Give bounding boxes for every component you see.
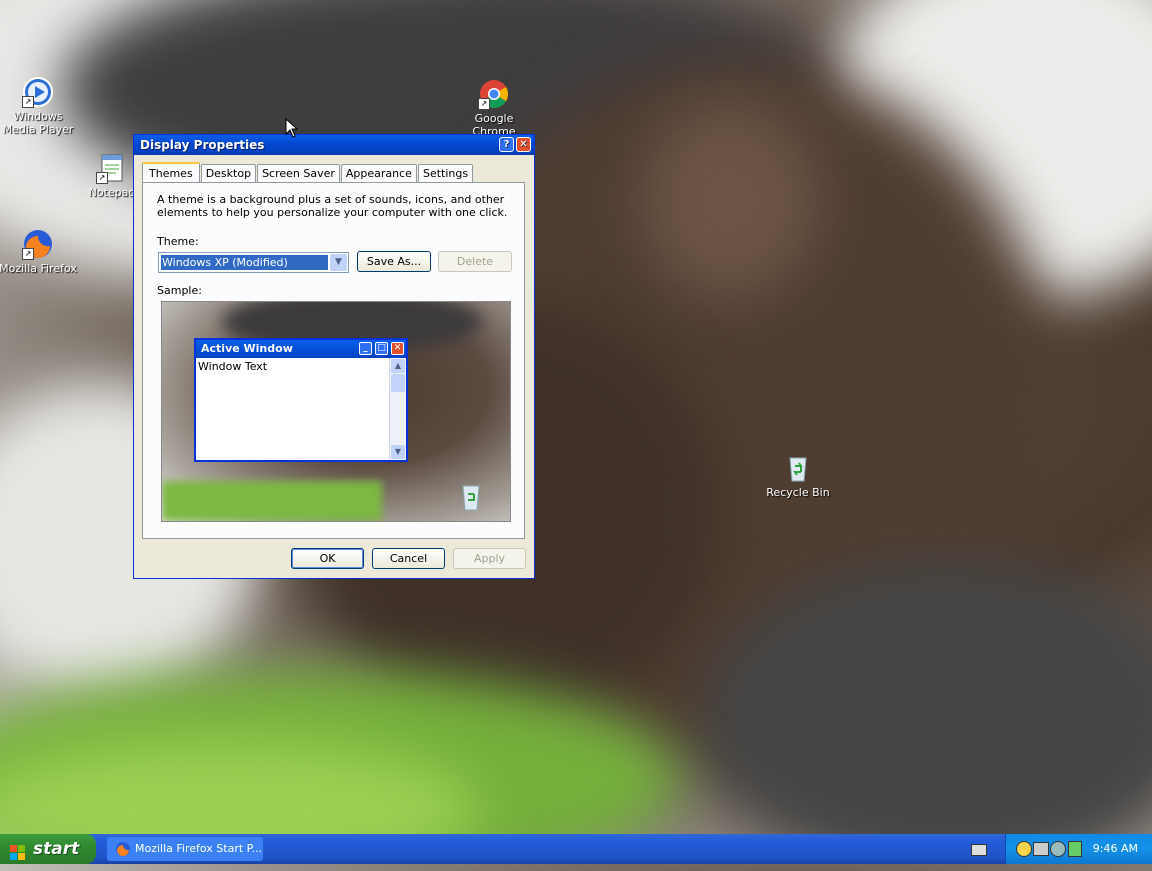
ok-button[interactable]: OK xyxy=(291,548,364,569)
media-player-icon: ↗ xyxy=(22,76,54,108)
firefox-icon xyxy=(115,841,131,857)
sample-scrollbar: ▲ ▼ xyxy=(389,358,406,460)
cancel-button[interactable]: Cancel xyxy=(372,548,445,569)
clock[interactable]: 9:46 AM xyxy=(1093,842,1138,855)
sample-active-window: Active Window _ □ ✕ Window Text ▲ ▼ xyxy=(194,338,408,462)
system-tray: 9:46 AM xyxy=(1005,834,1152,864)
recycle-bin-icon xyxy=(782,452,814,484)
taskbar-button-label: Mozilla Firefox Start P... xyxy=(135,842,263,855)
sample-window-text: Window Text xyxy=(198,360,268,373)
tab-settings[interactable]: Settings xyxy=(417,164,474,182)
chevron-down-icon[interactable]: ▼ xyxy=(330,254,347,271)
save-as-button[interactable]: Save As... xyxy=(357,251,431,272)
tab-appearance[interactable]: Appearance xyxy=(340,164,417,182)
tab-themes[interactable]: Themes xyxy=(142,162,200,183)
delete-button[interactable]: Delete xyxy=(438,251,512,272)
firefox-icon: ↗ xyxy=(22,228,54,260)
sample-window-title: Active Window xyxy=(201,342,293,355)
chrome-icon: ↗ xyxy=(478,78,510,110)
start-button[interactable]: start xyxy=(0,834,96,864)
scroll-down-icon: ▼ xyxy=(391,445,405,459)
start-label: start xyxy=(33,839,80,859)
theme-label: Theme: xyxy=(157,235,199,248)
desktop-icon-label: Mozilla Firefox xyxy=(0,262,77,275)
themes-description: A theme is a background plus a set of so… xyxy=(157,193,508,219)
scroll-up-icon: ▲ xyxy=(391,359,405,373)
close-icon: ✕ xyxy=(391,342,404,355)
close-button[interactable]: ✕ xyxy=(516,137,531,152)
volume-icon[interactable] xyxy=(1050,841,1066,857)
dialog-titlebar[interactable]: Display Properties ? ✕ xyxy=(134,135,534,155)
theme-dropdown-value: Windows XP (Modified) xyxy=(161,255,328,270)
tab-screen-saver[interactable]: Screen Saver xyxy=(257,164,340,182)
apply-button[interactable]: Apply xyxy=(453,548,526,569)
network-icon[interactable] xyxy=(1033,842,1049,856)
security-icon[interactable] xyxy=(1068,841,1082,857)
notepad-icon: ↗ xyxy=(96,152,128,184)
help-button[interactable]: ? xyxy=(499,137,514,152)
sample-window-titlebar: Active Window _ □ ✕ xyxy=(196,340,406,358)
taskbar: start Mozilla Firefox Start P... 9:46 AM xyxy=(0,834,1152,864)
minimize-icon: _ xyxy=(359,342,372,355)
display-properties-dialog: Display Properties ? ✕ Themes Desktop Sc… xyxy=(133,134,535,579)
keyboard-icon[interactable] xyxy=(971,844,987,856)
desktop-icon-chrome[interactable]: ↗ Google Chrome xyxy=(454,78,534,138)
desktop-icon-label: Recycle Bin xyxy=(766,486,830,499)
tab-strip: Themes Desktop Screen Saver Appearance S… xyxy=(142,162,474,183)
taskbar-button-firefox[interactable]: Mozilla Firefox Start P... xyxy=(107,837,263,861)
maximize-icon: □ xyxy=(375,342,388,355)
mouse-cursor-icon xyxy=(285,117,299,141)
recycle-bin-icon xyxy=(458,482,484,512)
desktop-icon-label: Windows Media Player xyxy=(2,110,74,136)
sample-label: Sample: xyxy=(157,284,202,297)
alarm-icon[interactable] xyxy=(1016,841,1032,857)
theme-dropdown[interactable]: Windows XP (Modified) ▼ xyxy=(158,252,349,273)
desktop-icon-recycle-bin[interactable]: Recycle Bin xyxy=(758,452,838,499)
windows-logo-icon xyxy=(10,841,26,860)
close-icon: ✕ xyxy=(519,139,528,150)
dialog-title: Display Properties xyxy=(140,138,265,152)
themes-panel: A theme is a background plus a set of so… xyxy=(142,182,525,539)
tab-desktop[interactable]: Desktop xyxy=(200,164,257,182)
theme-sample-preview: Active Window _ □ ✕ Window Text ▲ ▼ xyxy=(161,301,511,522)
desktop-icon-media-player[interactable]: ↗ Windows Media Player xyxy=(0,76,78,136)
desktop-icon-firefox[interactable]: ↗ Mozilla Firefox xyxy=(0,228,78,275)
scroll-thumb xyxy=(391,374,405,392)
